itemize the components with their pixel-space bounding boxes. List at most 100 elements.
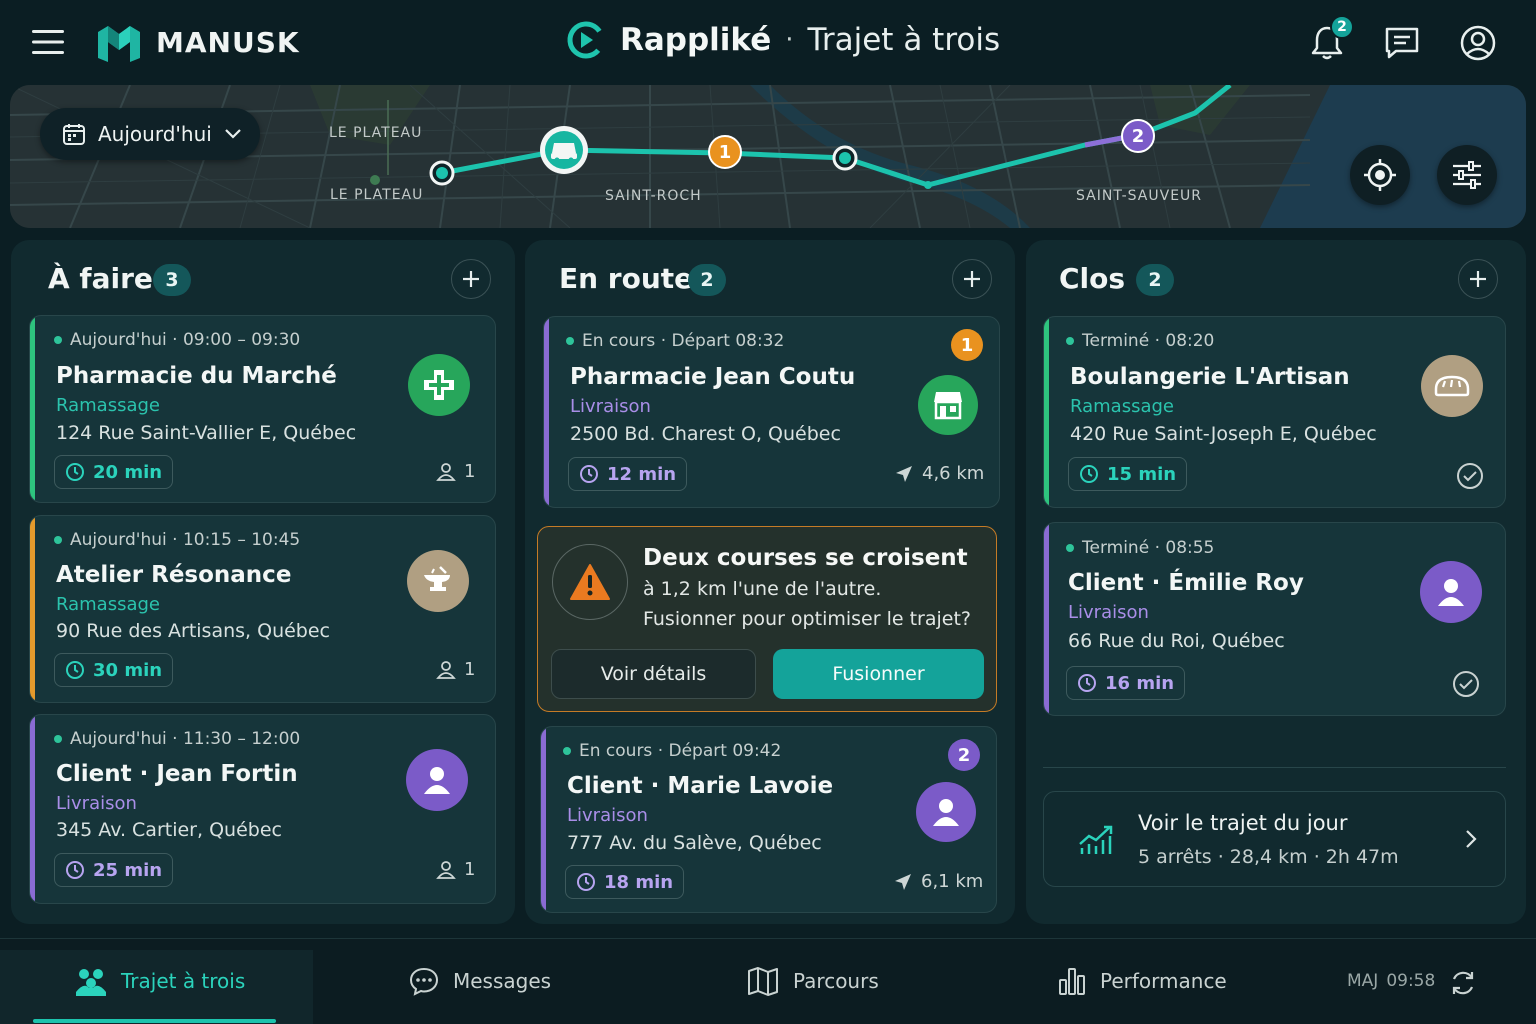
- column-count-badge: 3: [153, 264, 191, 296]
- nav-tab-trajet[interactable]: Trajet à trois: [75, 938, 245, 1024]
- closed-type: Livraison: [1068, 602, 1149, 623]
- task-type: Ramassage: [56, 594, 160, 615]
- task-card-pharmacie-du-marche[interactable]: Aujourd'hui · 09:00 – 09:30 Pharmacie du…: [29, 315, 496, 503]
- add-en-route-button[interactable]: [952, 259, 992, 299]
- column-en-route: En route 2 En cours · Départ 08:32 Pharm…: [525, 240, 1015, 924]
- app-subtitle: Trajet à trois: [807, 22, 1001, 58]
- app-header: MANUSK Rappliké · Trajet à trois 2: [0, 0, 1536, 84]
- closed-card-boulangerie[interactable]: Terminé · 08:20 Boulangerie L'Artisan Ra…: [1043, 316, 1506, 508]
- daily-route-summary[interactable]: Voir le trajet du jour 5 arrêts · 28,4 k…: [1043, 791, 1506, 887]
- duration-pill: 12 min: [568, 457, 688, 491]
- chevron-right-icon: [1465, 829, 1477, 849]
- pharmacy-cross-icon: [408, 354, 470, 416]
- last-update: MAJ 09:58: [1347, 938, 1435, 1024]
- anvil-icon: [407, 550, 469, 612]
- closed-name: Client · Émilie Roy: [1068, 570, 1304, 596]
- alert-line-1: à 1,2 km l'une de l'autre.: [643, 578, 882, 600]
- app-logo-icon: [566, 20, 606, 60]
- task-name: Atelier Résonance: [56, 562, 292, 588]
- filters-button[interactable]: [1437, 145, 1497, 205]
- menu-icon[interactable]: [32, 28, 64, 56]
- map-label-le-plateau: LE PLATEAU: [330, 187, 424, 203]
- user-icon: [1420, 561, 1482, 623]
- plus-icon: [962, 269, 982, 289]
- nav-tab-performance[interactable]: Performance: [1058, 938, 1227, 1024]
- notification-badge: 2: [1330, 15, 1354, 39]
- clock-icon: [576, 872, 596, 892]
- closed-card-emilie-roy[interactable]: Terminé · 08:55 Client · Émilie Roy Livr…: [1043, 522, 1506, 716]
- trend-chart-icon: [1078, 824, 1116, 858]
- divider: [1043, 767, 1506, 768]
- alert-line-2: Fusionner pour optimiser le trajet?: [643, 608, 971, 630]
- map-marker-2[interactable]: 2: [1121, 119, 1155, 153]
- account-icon[interactable]: [1459, 24, 1497, 62]
- trip-card-jean-coutu[interactable]: En cours · Départ 08:32 Pharmacie Jean C…: [543, 316, 1000, 508]
- merge-alert: Deux courses se croisent à 1,2 km l'une …: [537, 526, 997, 712]
- add-closed-button[interactable]: [1458, 259, 1498, 299]
- trip-distance: 6,1 km: [893, 871, 983, 892]
- task-address: 90 Rue des Artisans, Québec: [56, 620, 331, 642]
- sliders-icon: [1451, 161, 1483, 189]
- clock-icon: [65, 860, 85, 880]
- trip-address: 2500 Bd. Charest O, Québec: [570, 423, 841, 445]
- trip-address: 777 Av. du Salève, Québec: [567, 832, 822, 854]
- navigation-arrow-icon: [893, 872, 913, 892]
- summary-detail: 5 arrêts · 28,4 km · 2h 47m: [1138, 846, 1399, 868]
- column-title: Clos: [1059, 262, 1126, 295]
- nav-tab-messages[interactable]: Messages: [409, 938, 551, 1024]
- locate-button[interactable]: [1350, 145, 1410, 205]
- column-title: En route: [559, 262, 694, 295]
- refresh-icon[interactable]: [1449, 969, 1477, 997]
- closed-type: Ramassage: [1070, 396, 1174, 417]
- clock-icon: [65, 462, 85, 482]
- message-bubble-icon: [409, 966, 439, 996]
- duration-pill: 18 min: [565, 865, 685, 899]
- navigation-arrow-icon: [894, 464, 914, 484]
- map-label-le-plateau-top: LE PLATEAU: [329, 125, 423, 141]
- people-count: 1: [436, 659, 475, 680]
- trip-name: Client · Marie Lavoie: [567, 773, 834, 799]
- column-count-badge: 2: [688, 264, 726, 296]
- closed-status: Terminé · 08:55: [1082, 538, 1215, 558]
- column-count-badge: 2: [1136, 264, 1174, 296]
- column-a-faire: À faire 3 Aujourd'hui · 09:00 – 09:30 Ph…: [11, 240, 515, 924]
- column-title: À faire: [48, 262, 153, 295]
- duration-pill: 30 min: [54, 653, 174, 687]
- clock-icon: [579, 464, 599, 484]
- task-address: 124 Rue Saint-Vallier E, Québec: [56, 422, 357, 444]
- task-status: Aujourd'hui · 10:15 – 10:45: [70, 530, 301, 550]
- trip-name: Pharmacie Jean Coutu: [570, 364, 856, 390]
- date-label: Aujourd'hui: [98, 122, 212, 146]
- date-dropdown[interactable]: Aujourd'hui: [40, 108, 260, 160]
- nav-tab-parcours[interactable]: Parcours: [747, 938, 879, 1024]
- completed-check-icon: [1456, 462, 1484, 490]
- update-label: MAJ: [1347, 971, 1379, 991]
- view-details-button[interactable]: Voir détails: [551, 649, 756, 699]
- summary-title: Voir le trajet du jour: [1138, 811, 1348, 835]
- person-icon: [436, 462, 456, 482]
- closed-status: Terminé · 08:20: [1082, 331, 1215, 351]
- person-icon: [436, 860, 456, 880]
- app-title: Rappliké · Trajet à trois: [566, 20, 1000, 60]
- column-clos: Clos 2 Terminé · 08:20 Boulangerie L'Art…: [1026, 240, 1526, 924]
- chat-icon[interactable]: [1384, 26, 1420, 60]
- map-icon: [747, 966, 779, 996]
- closed-name: Boulangerie L'Artisan: [1070, 364, 1350, 390]
- trip-card-marie-lavoie[interactable]: En cours · Départ 09:42 Client · Marie L…: [540, 726, 997, 913]
- people-count: 1: [436, 859, 475, 880]
- warning-icon: [552, 544, 628, 620]
- plus-icon: [461, 269, 481, 289]
- trip-status: En cours · Départ 09:42: [579, 741, 782, 761]
- task-card-atelier-resonance[interactable]: Aujourd'hui · 10:15 – 10:45 Atelier Réso…: [29, 515, 496, 703]
- brand-name: MANUSK: [156, 26, 300, 59]
- map-label-saint-sauveur: SAINT-SAUVEUR: [1076, 188, 1203, 204]
- map-label-saint-roch: SAINT-ROCH: [605, 188, 702, 204]
- map-marker-1[interactable]: 1: [708, 135, 742, 169]
- add-task-button[interactable]: [451, 259, 491, 299]
- task-card-jean-fortin[interactable]: Aujourd'hui · 11:30 – 12:00 Client · Jea…: [29, 714, 496, 904]
- task-name: Client · Jean Fortin: [56, 761, 298, 787]
- closed-address: 420 Rue Saint-Joseph E, Québec: [1070, 423, 1377, 445]
- route-order-badge: 1: [951, 329, 983, 361]
- merge-button[interactable]: Fusionner: [773, 649, 984, 699]
- task-name: Pharmacie du Marché: [56, 363, 337, 389]
